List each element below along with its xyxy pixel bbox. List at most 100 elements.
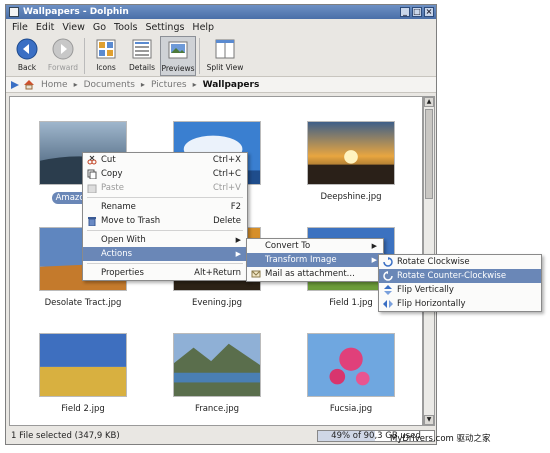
selection-status: 1 File selected (347,9 KB)	[11, 431, 120, 441]
menu-item-rename[interactable]: Rename F2	[83, 200, 247, 214]
icons-view-button[interactable]: Icons	[88, 36, 124, 76]
thumbnail	[39, 333, 127, 397]
menu-label: Rename	[101, 202, 136, 212]
split-view-label: Split View	[206, 63, 244, 72]
toolbar-separator	[84, 38, 85, 74]
thumbnail	[173, 333, 261, 397]
menu-label: Properties	[101, 268, 144, 278]
breadcrumb-pictures[interactable]: Pictures	[145, 80, 193, 90]
split-view-button[interactable]: Split View	[203, 36, 247, 76]
menu-label: Mail as attachment...	[265, 269, 355, 279]
back-arrow-icon	[16, 38, 38, 60]
title-bar[interactable]: Wallpapers - Dolphin _ □ ×	[6, 5, 436, 19]
menu-label: Open With	[101, 235, 146, 245]
menu-label: Rotate Counter-Clockwise	[397, 271, 507, 281]
menu-label: Flip Vertically	[397, 285, 454, 295]
context-menu: Cut Ctrl+X Copy Ctrl+C Paste Ctrl+V Rena…	[82, 152, 248, 281]
window-title: Wallpapers - Dolphin	[23, 7, 129, 17]
thumbnail	[307, 333, 395, 397]
menu-separator	[87, 197, 243, 198]
menu-shortcut: Ctrl+X	[212, 155, 241, 165]
file-item[interactable]: Fucsia.jpg	[291, 333, 411, 414]
breadcrumb-wallpapers[interactable]: Wallpapers	[197, 80, 266, 90]
menu-label: Paste	[101, 183, 124, 193]
menu-bar: File Edit View Go Tools Settings Help	[6, 19, 436, 35]
menu-label: Convert To	[265, 241, 311, 251]
menu-item-open-with[interactable]: Open With ▶	[83, 233, 247, 247]
menu-item-mail-attachment[interactable]: Mail as attachment...	[247, 267, 383, 281]
breadcrumb: Home ▸ Documents ▸ Pictures ▸ Wallpapers	[6, 77, 436, 93]
watermark-text: MyDrivers.com 驱动之家	[390, 434, 491, 444]
menu-item-flip-vertically[interactable]: Flip Vertically	[379, 283, 541, 297]
close-button[interactable]: ×	[424, 7, 434, 17]
previews-view-button[interactable]: Previews	[160, 36, 196, 76]
menu-shortcut: Ctrl+V	[212, 183, 241, 193]
menu-settings[interactable]: Settings	[141, 22, 188, 33]
copy-icon	[87, 169, 97, 179]
menu-item-cut[interactable]: Cut Ctrl+X	[83, 153, 247, 167]
submenu-arrow-icon: ▶	[371, 242, 377, 250]
menu-item-actions[interactable]: Actions ▶	[83, 247, 247, 261]
status-bar: 1 File selected (347,9 KB) 49% of 90,3 G…	[9, 429, 435, 443]
scroll-thumb[interactable]	[425, 109, 433, 199]
actions-submenu: Convert To ▶ Transform Image ▶ Mail as a…	[246, 238, 384, 282]
menu-item-rotate-clockwise[interactable]: Rotate Clockwise	[379, 255, 541, 269]
menu-separator	[87, 230, 243, 231]
maximize-button[interactable]: □	[412, 7, 422, 17]
scissors-icon	[87, 155, 97, 165]
home-icon[interactable]	[23, 79, 35, 90]
menu-file[interactable]: File	[8, 22, 32, 33]
forward-arrow-icon	[52, 38, 74, 60]
menu-view[interactable]: View	[58, 22, 89, 33]
menu-help[interactable]: Help	[188, 22, 218, 33]
menu-edit[interactable]: Edit	[32, 22, 58, 33]
scroll-up-button[interactable]: ▲	[424, 97, 434, 107]
menu-tools[interactable]: Tools	[110, 22, 141, 33]
submenu-arrow-icon: ▶	[235, 250, 241, 258]
menu-item-paste[interactable]: Paste Ctrl+V	[83, 181, 247, 195]
file-item[interactable]: France.jpg	[157, 333, 277, 414]
breadcrumb-home[interactable]: Home	[35, 80, 74, 90]
scroll-down-button[interactable]: ▼	[424, 415, 434, 425]
breadcrumb-documents[interactable]: Documents	[78, 80, 141, 90]
toolbar-separator	[199, 38, 200, 74]
details-view-button[interactable]: Details	[124, 36, 160, 76]
menu-item-transform-image[interactable]: Transform Image ▶	[247, 253, 383, 267]
file-name: Fucsia.jpg	[329, 404, 373, 414]
split-view-icon	[215, 39, 235, 59]
menu-item-properties[interactable]: Properties Alt+Return	[83, 266, 247, 280]
menu-shortcut: Ctrl+C	[212, 169, 241, 179]
menu-label: Transform Image	[265, 255, 337, 265]
menu-item-copy[interactable]: Copy Ctrl+C	[83, 167, 247, 181]
trash-icon	[88, 217, 96, 226]
mail-icon	[251, 270, 261, 278]
minimize-button[interactable]: _	[400, 7, 410, 17]
menu-item-convert-to[interactable]: Convert To ▶	[247, 239, 383, 253]
file-item[interactable]: Deepshine.jpg	[291, 121, 411, 202]
submenu-arrow-icon: ▶	[371, 256, 377, 264]
file-item[interactable]: Field 2.jpg	[23, 333, 143, 414]
menu-label: Rotate Clockwise	[397, 257, 470, 267]
url-navigator-toggle-icon[interactable]	[10, 80, 20, 90]
menu-item-move-to-trash[interactable]: Move to Trash Delete	[83, 214, 247, 228]
file-name: Evening.jpg	[191, 298, 243, 308]
menu-separator	[87, 263, 243, 264]
menu-item-rotate-counter-clockwise[interactable]: Rotate Counter-Clockwise	[379, 269, 541, 283]
details-label: Details	[128, 63, 155, 72]
menu-label: Actions	[101, 249, 133, 259]
thumbnail	[307, 121, 395, 185]
menu-item-flip-horizontally[interactable]: Flip Horizontally	[379, 297, 541, 311]
menu-label: Cut	[101, 155, 116, 165]
forward-button[interactable]: Forward	[45, 36, 81, 76]
previews-view-icon	[168, 41, 188, 59]
back-button[interactable]: Back	[9, 36, 45, 76]
forward-label: Forward	[47, 63, 79, 72]
icons-label: Icons	[96, 63, 116, 72]
file-name: Desolate Tract.jpg	[44, 298, 122, 308]
paste-icon	[87, 184, 97, 193]
file-name: France.jpg	[194, 404, 240, 414]
menu-go[interactable]: Go	[89, 22, 110, 33]
app-icon	[9, 7, 19, 17]
menu-shortcut: F2	[230, 202, 241, 212]
rotate-counter-clockwise-icon	[383, 271, 393, 281]
